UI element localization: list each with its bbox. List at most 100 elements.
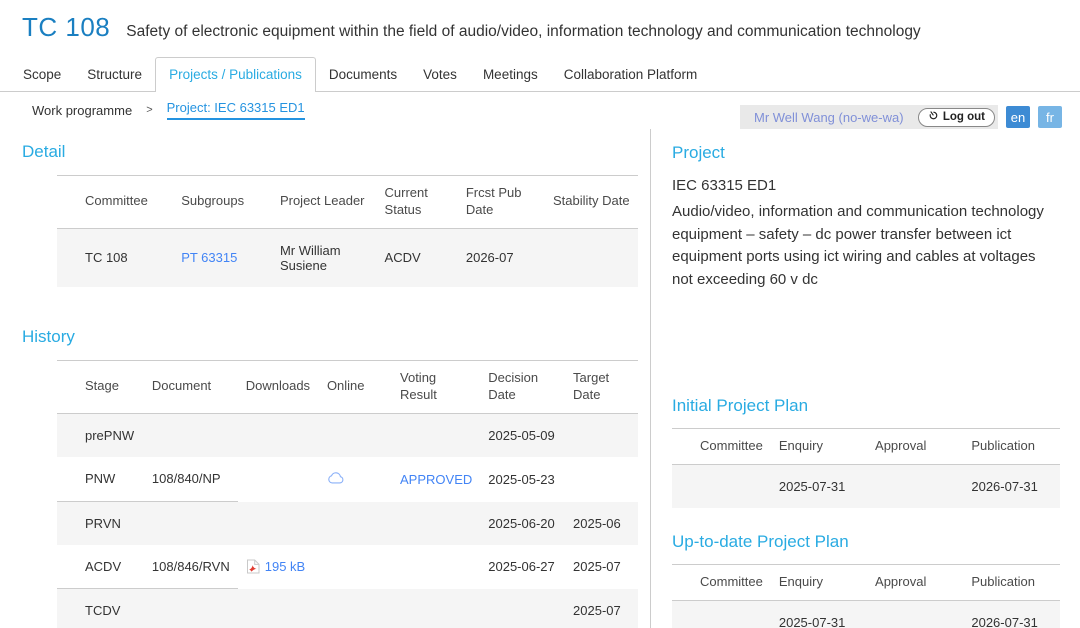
plan-enquiry-cell: 2025-07-31 bbox=[771, 600, 867, 628]
target-date-cell: 2025-07 bbox=[565, 589, 638, 628]
voting-result-cell bbox=[392, 589, 480, 628]
tab-projects-publications[interactable]: Projects / Publications bbox=[155, 57, 316, 92]
tab-collaboration-platform[interactable]: Collaboration Platform bbox=[551, 58, 711, 91]
plan-col-approval: Approval bbox=[867, 564, 963, 600]
stage-cell: prePNW bbox=[57, 413, 144, 457]
plan-col-approval: Approval bbox=[867, 429, 963, 465]
decision-date-cell bbox=[480, 589, 565, 628]
history-col-target-date: Target Date bbox=[565, 360, 638, 413]
tab-structure[interactable]: Structure bbox=[74, 58, 155, 91]
plan-approval-cell bbox=[867, 600, 963, 628]
tab-bar: Scope Structure Projects / Publications … bbox=[0, 57, 1080, 92]
tab-documents[interactable]: Documents bbox=[316, 58, 410, 91]
user-bar: Mr Well Wang (no-we-wa) Log out bbox=[740, 105, 998, 129]
target-date-cell bbox=[565, 413, 638, 457]
download-link[interactable]: 195 kB bbox=[265, 559, 305, 574]
history-col-online: Online bbox=[319, 360, 392, 413]
detail-project-leader: Mr William Susiene bbox=[272, 228, 377, 287]
detail-col-current-status: Current Status bbox=[377, 176, 458, 229]
history-row-prepnw: prePNW 2025-05-09 bbox=[57, 413, 638, 457]
target-date-cell bbox=[565, 457, 638, 502]
plan-committee-cell bbox=[672, 600, 771, 628]
detail-header-row: Committee Subgroups Project Leader Curre… bbox=[57, 176, 638, 229]
uptodate-plan-row: 2025-07-31 2026-07-31 bbox=[672, 600, 1060, 628]
history-col-voting-result: Voting Result bbox=[392, 360, 480, 413]
page-header: TC 108 Safety of electronic equipment wi… bbox=[0, 0, 1080, 43]
decision-date-cell: 2025-05-09 bbox=[480, 413, 565, 457]
left-panel: Work programme > Project: IEC 63315 ED1 … bbox=[0, 92, 650, 628]
document-cell bbox=[144, 413, 238, 457]
document-cell: 108/846/RVN bbox=[144, 545, 238, 589]
right-panel: Project IEC 63315 ED1 Audio/video, infor… bbox=[650, 129, 1080, 628]
initial-plan-heading: Initial Project Plan bbox=[672, 396, 1060, 416]
stage-cell: TCDV bbox=[57, 589, 144, 628]
target-date-cell: 2025-07 bbox=[565, 545, 638, 589]
voting-result-link[interactable]: APPROVED bbox=[400, 472, 472, 487]
detail-table: Committee Subgroups Project Leader Curre… bbox=[57, 175, 638, 287]
history-row-prvn: PRVN 2025-06-20 2025-06 bbox=[57, 502, 638, 546]
document-cell bbox=[144, 502, 238, 546]
breadcrumb-work-programme[interactable]: Work programme bbox=[32, 103, 132, 118]
language-button-fr[interactable]: fr bbox=[1038, 106, 1062, 128]
voting-result-cell bbox=[392, 545, 480, 589]
plan-col-publication: Publication bbox=[963, 564, 1060, 600]
voting-result-cell bbox=[392, 413, 480, 457]
history-row-acdv: ACDV 108/846/RVN 195 kB bbox=[57, 545, 638, 589]
history-col-stage: Stage bbox=[57, 360, 144, 413]
plan-col-enquiry: Enquiry bbox=[771, 429, 867, 465]
detail-committee: TC 108 bbox=[57, 228, 173, 287]
plan-approval-cell bbox=[867, 464, 963, 508]
plan-committee-cell bbox=[672, 464, 771, 508]
history-col-downloads: Downloads bbox=[238, 360, 319, 413]
detail-stability-date bbox=[545, 228, 638, 287]
plan-publication-cell: 2026-07-31 bbox=[963, 464, 1060, 508]
downloads-cell bbox=[238, 413, 319, 457]
downloads-cell bbox=[238, 589, 319, 628]
user-link[interactable]: Mr Well Wang (no-we-wa) bbox=[754, 110, 904, 125]
detail-col-subgroups: Subgroups bbox=[173, 176, 272, 229]
breadcrumb: Work programme > Project: IEC 63315 ED1 bbox=[22, 100, 638, 120]
tab-votes[interactable]: Votes bbox=[410, 58, 470, 91]
project-heading: Project bbox=[672, 143, 1060, 163]
cloud-icon[interactable] bbox=[327, 471, 345, 485]
plan-enquiry-cell: 2025-07-31 bbox=[771, 464, 867, 508]
history-row-tcdv: TCDV 2025-07 bbox=[57, 589, 638, 628]
plan-col-enquiry: Enquiry bbox=[771, 564, 867, 600]
stage-cell: PRVN bbox=[57, 502, 144, 546]
logout-button[interactable]: Log out bbox=[918, 108, 995, 127]
tab-scope[interactable]: Scope bbox=[10, 58, 74, 91]
detail-col-committee: Committee bbox=[57, 176, 173, 229]
downloads-cell bbox=[238, 457, 319, 502]
detail-col-frcst-pub-date: Frcst Pub Date bbox=[458, 176, 545, 229]
online-cell bbox=[319, 589, 392, 628]
initial-plan-table: Committee Enquiry Approval Publication 2… bbox=[672, 428, 1060, 508]
detail-current-status: ACDV bbox=[377, 228, 458, 287]
voting-result-cell bbox=[392, 502, 480, 546]
breadcrumb-current-project[interactable]: Project: IEC 63315 ED1 bbox=[167, 100, 305, 120]
online-cell bbox=[319, 413, 392, 457]
history-col-decision-date: Decision Date bbox=[480, 360, 565, 413]
user-zone: Mr Well Wang (no-we-wa) Log out en fr bbox=[740, 105, 1062, 129]
decision-date-cell: 2025-06-20 bbox=[480, 502, 565, 546]
decision-date-cell: 2025-05-23 bbox=[480, 457, 565, 502]
uptodate-plan-heading: Up-to-date Project Plan bbox=[672, 532, 1060, 552]
online-cell bbox=[319, 545, 392, 589]
stage-cell: ACDV bbox=[57, 545, 144, 589]
detail-col-stability-date: Stability Date bbox=[545, 176, 638, 229]
target-date-cell: 2025-06 bbox=[565, 502, 638, 546]
plan-col-committee: Committee bbox=[672, 429, 771, 465]
main-content: Mr Well Wang (no-we-wa) Log out en fr Wo… bbox=[0, 92, 1080, 628]
history-table: Stage Document Downloads Online Voting R… bbox=[57, 360, 638, 628]
stage-cell: PNW bbox=[57, 457, 144, 502]
document-cell: 108/840/NP bbox=[144, 457, 238, 502]
document-cell bbox=[144, 589, 238, 628]
tab-meetings[interactable]: Meetings bbox=[470, 58, 551, 91]
detail-heading: Detail bbox=[22, 142, 638, 162]
language-button-en[interactable]: en bbox=[1006, 106, 1030, 128]
decision-date-cell: 2025-06-27 bbox=[480, 545, 565, 589]
breadcrumb-separator: > bbox=[146, 104, 152, 116]
initial-plan-header-row: Committee Enquiry Approval Publication bbox=[672, 429, 1060, 465]
subgroup-link[interactable]: PT 63315 bbox=[181, 250, 237, 265]
online-cell bbox=[319, 457, 392, 502]
history-col-document: Document bbox=[144, 360, 238, 413]
